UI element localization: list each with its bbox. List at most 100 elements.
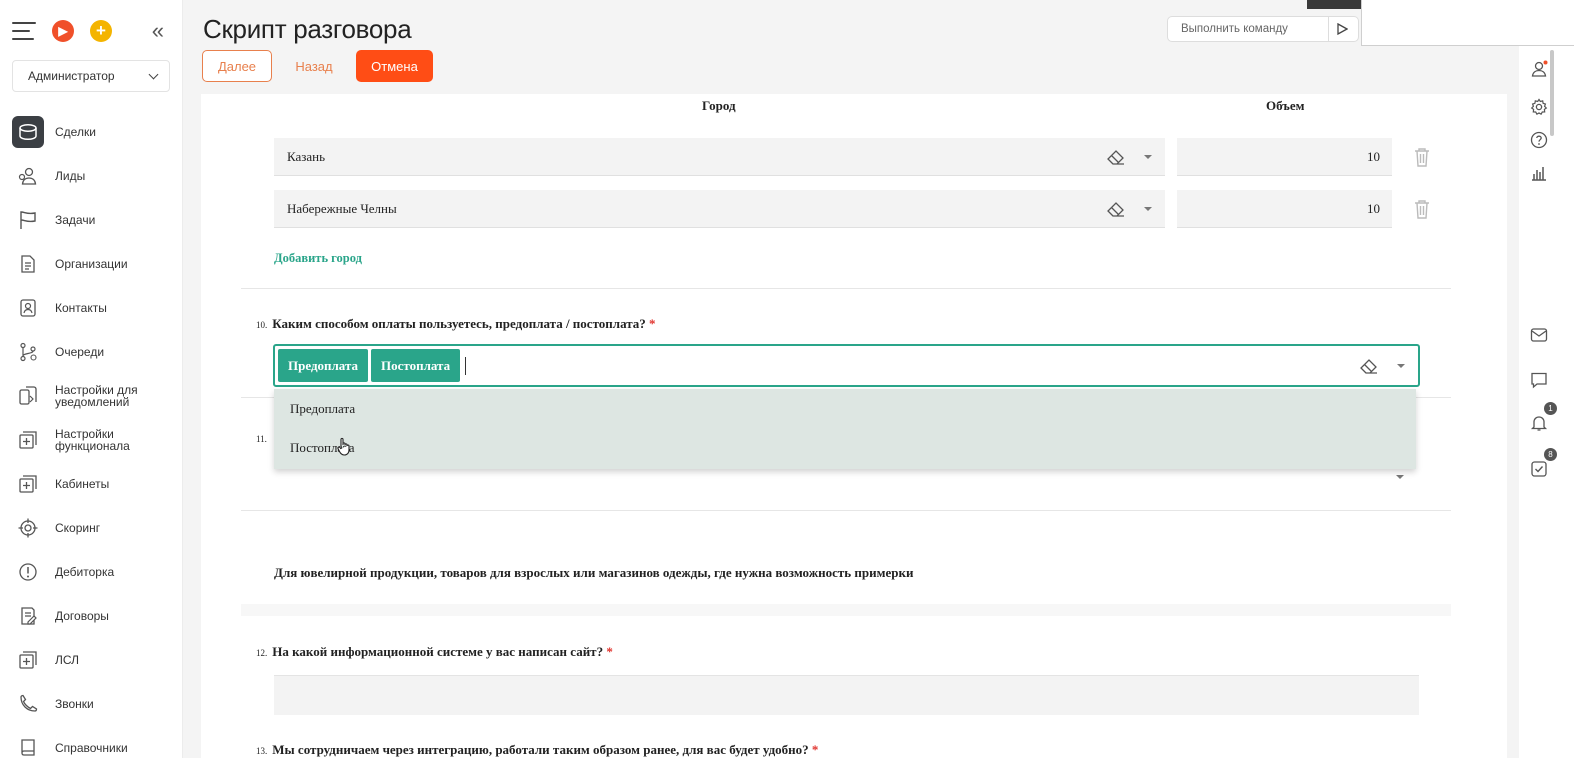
sidebar-item-label: Организации <box>55 257 128 271</box>
script-form: Город Объем Казань 10 Набережные Челны 1… <box>201 94 1507 758</box>
sidebar-item-label: Задачи <box>55 213 96 227</box>
question-10: 10. Каким способом оплаты пользуетесь, пр… <box>256 316 656 332</box>
scrollbar-thumb[interactable] <box>1550 50 1554 136</box>
selected-chip[interactable]: Предоплата <box>278 349 369 382</box>
flag-icon <box>12 204 44 236</box>
question-text: Каким способом оплаты пользуетесь, предо… <box>272 316 646 331</box>
question-number: 11. <box>256 434 267 444</box>
sidebar-item[interactable]: Настройки функционала <box>0 418 183 462</box>
eraser-icon[interactable] <box>1106 147 1126 167</box>
menu-icon[interactable] <box>12 22 36 40</box>
scrollbar[interactable] <box>1547 46 1557 146</box>
caret-down-icon[interactable] <box>1144 154 1152 159</box>
command-bar <box>1167 16 1359 42</box>
caret-down-icon[interactable] <box>1144 206 1152 211</box>
sidebar-item-label: Сделки <box>55 125 96 139</box>
sidebar-item-label: Кабинеты <box>55 477 110 491</box>
sidebar-item-label: Звонки <box>55 697 94 711</box>
notification-badge: 1 <box>1544 402 1557 415</box>
stats-icon[interactable] <box>1526 160 1552 186</box>
plus-square-icon <box>12 424 44 456</box>
next-button[interactable]: Далее <box>202 50 272 82</box>
branch-icon <box>12 336 44 368</box>
sidebar-item[interactable]: Очереди <box>0 330 183 374</box>
dropdown-option[interactable]: Постоплата <box>274 428 1416 467</box>
chevron-down-icon <box>148 69 159 79</box>
column-header-volume: Объем <box>1266 98 1305 113</box>
mail-icon[interactable] <box>1526 322 1552 348</box>
volume-input[interactable]: 10 <box>1177 138 1392 176</box>
sidebar-nav: Сделки Лиды Задачи Организации Контакты Очере… <box>0 110 183 758</box>
notification-settings-icon <box>12 380 44 412</box>
city-select[interactable]: Казань <box>274 138 1165 176</box>
play-icon[interactable]: ▶ <box>52 20 74 42</box>
eraser-icon[interactable] <box>1359 356 1379 376</box>
bell-icon[interactable]: 1 <box>1526 402 1557 436</box>
trash-icon[interactable] <box>1413 147 1431 167</box>
hand-cursor-icon <box>337 437 350 456</box>
back-button[interactable]: Назад <box>283 50 345 82</box>
eraser-icon[interactable] <box>1106 199 1126 219</box>
sidebar-item[interactable]: Кабинеты <box>0 462 183 506</box>
column-header-city: Город <box>702 98 736 113</box>
cms-answer-field[interactable] <box>274 675 1419 715</box>
sidebar-item[interactable]: Настройки для уведомлений <box>0 374 183 418</box>
sidebar-item[interactable]: Скоринг <box>0 506 183 550</box>
city-value: Казань <box>287 148 326 164</box>
sidebar-item-label: Контакты <box>55 301 107 315</box>
tasks-badge: 8 <box>1544 448 1557 461</box>
trash-icon[interactable] <box>1413 199 1431 219</box>
add-icon[interactable]: + <box>90 20 112 42</box>
sidebar-item[interactable]: Справочники <box>0 726 183 758</box>
sidebar-item-label: Дебиторка <box>55 565 115 579</box>
sidebar-item[interactable]: Лиды <box>0 154 183 198</box>
tasks-icon[interactable]: 8 <box>1526 448 1557 482</box>
question-text: Мы сотрудничаем через интеграцию, работа… <box>272 742 809 757</box>
question-11: 11. <box>256 430 272 446</box>
plus-square-icon <box>12 468 44 500</box>
phone-icon <box>12 688 44 720</box>
caret-down-icon[interactable] <box>1397 363 1405 368</box>
payment-dropdown: Предоплата Постоплата <box>274 389 1416 469</box>
caret-down-icon[interactable] <box>1396 475 1404 479</box>
sidebar-item[interactable]: Контакты <box>0 286 183 330</box>
plus-square-icon <box>12 644 44 676</box>
payment-multiselect[interactable]: Предоплата Постоплата <box>273 344 1420 387</box>
sidebar-item[interactable]: Договоры <box>0 594 183 638</box>
contract-icon <box>12 600 44 632</box>
document-icon <box>12 248 44 280</box>
page-title: Скрипт разговора <box>203 14 412 44</box>
sidebar-item-label: ЛСЛ <box>55 653 80 667</box>
question-number: 13. <box>256 746 268 756</box>
question-13: 13. Мы сотрудничаем через интеграцию, раб… <box>256 742 818 758</box>
sidebar-item[interactable]: ЛСЛ <box>0 638 183 682</box>
city-select[interactable]: Набережные Челны <box>274 190 1165 228</box>
role-select[interactable]: Администратор <box>12 60 170 92</box>
dropdown-option[interactable]: Предоплата <box>274 389 1416 428</box>
required-mark: * <box>606 644 613 659</box>
volume-input[interactable]: 10 <box>1177 190 1392 228</box>
sidebar-item-label: Скоринг <box>55 521 101 535</box>
sidebar-item-label: Договоры <box>55 609 109 623</box>
sidebar-item[interactable]: Организации <box>0 242 183 286</box>
add-city-link[interactable]: Добавить город <box>274 251 362 266</box>
command-input[interactable] <box>1168 23 1328 35</box>
cancel-button[interactable]: Отмена <box>356 50 433 82</box>
question-number: 12. <box>256 648 268 658</box>
leads-icon <box>12 160 44 192</box>
sidebar-item[interactable]: Задачи <box>0 198 183 242</box>
role-select-value: Администратор <box>28 69 115 83</box>
sidebar-item-label: Настройки для уведомлений <box>55 383 138 409</box>
required-mark: * <box>649 316 656 331</box>
run-command-icon[interactable] <box>1328 16 1354 42</box>
chat-icon[interactable] <box>1526 367 1552 393</box>
sidebar-item[interactable]: Звонки <box>0 682 183 726</box>
info-text: Для ювелирной продукции, товаров для взр… <box>274 565 914 580</box>
contact-card-icon <box>12 292 44 324</box>
sidebar-item[interactable]: Сделки <box>0 110 183 154</box>
selected-chip[interactable]: Постоплата <box>371 349 461 382</box>
sidebar-item[interactable]: Дебиторка <box>0 550 183 594</box>
collapse-sidebar-icon[interactable]: « <box>152 20 164 42</box>
alert-circle-icon <box>12 556 44 588</box>
target-icon <box>12 512 44 544</box>
